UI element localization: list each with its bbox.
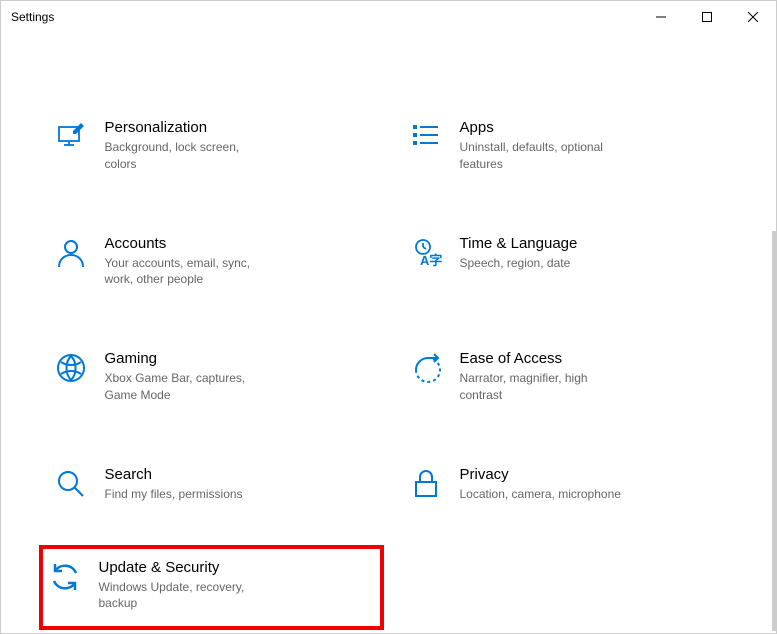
tile-privacy[interactable]: Privacy Location, camera, microphone <box>404 460 729 509</box>
tile-title: Accounts <box>105 235 368 252</box>
svg-text:A字: A字 <box>420 253 442 268</box>
tile-ease-of-access[interactable]: Ease of Access Narrator, magnifier, high… <box>404 344 729 410</box>
tile-search[interactable]: Search Find my files, permissions <box>49 460 374 509</box>
personalization-icon <box>55 121 87 153</box>
tile-desc: Uninstall, defaults, optional features <box>460 139 630 173</box>
tile-desc: Your accounts, email, sync, work, other … <box>105 255 275 289</box>
tile-accounts[interactable]: Accounts Your accounts, email, sync, wor… <box>49 229 374 295</box>
tile-desc: Xbox Game Bar, captures, Game Mode <box>105 370 275 404</box>
tile-desc: Windows Update, recovery, backup <box>99 579 269 613</box>
tile-title: Update & Security <box>99 559 374 576</box>
gaming-icon <box>55 352 87 384</box>
tile-update-security[interactable]: Update & Security Windows Update, recove… <box>39 545 384 631</box>
tile-title: Ease of Access <box>460 350 723 367</box>
privacy-icon <box>410 468 442 500</box>
tile-desc: Background, lock screen, colors <box>105 139 275 173</box>
tile-desc: Narrator, magnifier, high contrast <box>460 370 630 404</box>
maximize-button[interactable] <box>684 1 730 33</box>
window-controls <box>638 1 776 33</box>
update-security-icon <box>49 561 81 593</box>
tile-gaming[interactable]: Gaming Xbox Game Bar, captures, Game Mod… <box>49 344 374 410</box>
tile-title: Search <box>105 466 368 483</box>
tile-title: Personalization <box>105 119 368 136</box>
tile-desc: Find my files, permissions <box>105 486 275 503</box>
close-button[interactable] <box>730 1 776 33</box>
time-language-icon: A字 <box>410 237 442 269</box>
tile-desc: Speech, region, date <box>460 255 630 272</box>
minimize-button[interactable] <box>638 1 684 33</box>
tile-title: Time & Language <box>460 235 723 252</box>
titlebar: Settings <box>1 1 776 33</box>
scrollbar[interactable] <box>772 231 776 631</box>
tile-personalization[interactable]: Personalization Background, lock screen,… <box>49 113 374 179</box>
tile-apps[interactable]: Apps Uninstall, defaults, optional featu… <box>404 113 729 179</box>
settings-content: Personalization Background, lock screen,… <box>1 33 776 632</box>
tile-time-language[interactable]: A字 Time & Language Speech, region, date <box>404 229 729 295</box>
settings-grid: Personalization Background, lock screen,… <box>49 113 729 612</box>
tile-title: Gaming <box>105 350 368 367</box>
apps-icon <box>410 121 442 153</box>
tile-title: Apps <box>460 119 723 136</box>
accounts-icon <box>55 237 87 269</box>
search-icon <box>55 468 87 500</box>
ease-of-access-icon <box>410 352 442 384</box>
tile-desc: Location, camera, microphone <box>460 486 630 503</box>
tile-title: Privacy <box>460 466 723 483</box>
window-title: Settings <box>11 10 54 24</box>
